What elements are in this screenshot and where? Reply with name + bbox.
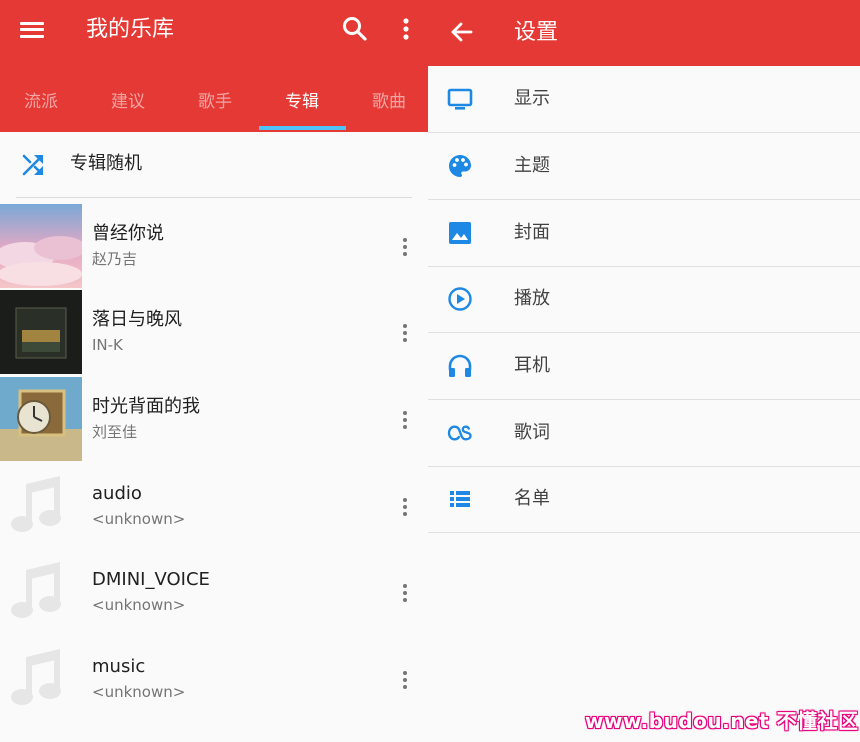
shuffle-icon	[22, 154, 43, 176]
palette-icon	[449, 155, 471, 177]
tab-artists[interactable]: 歌手	[180, 90, 250, 114]
search-icon[interactable]	[340, 14, 370, 44]
settings-screen: 设置 显示 主题 封面 播放 耳机 歌词 名单	[428, 0, 860, 742]
album-artist: 赵乃吉	[92, 250, 138, 268]
music-note-placeholder	[0, 550, 82, 634]
shuffle-albums-button[interactable]: 专辑随机	[0, 132, 428, 198]
settings-title: 设置	[514, 20, 559, 45]
settings-item-display[interactable]: 显示	[428, 66, 860, 133]
more-vert-icon[interactable]	[396, 14, 416, 44]
library-tabs: 流派 建议 歌手 专辑 歌曲	[0, 84, 428, 132]
settings-item-cover[interactable]: 封面	[428, 200, 860, 267]
hamburger-menu-icon[interactable]	[18, 17, 46, 43]
tab-indicator	[259, 126, 346, 130]
settings-item-label: 显示	[514, 88, 550, 109]
settings-item-headphones[interactable]: 耳机	[428, 333, 860, 400]
album-title: audio	[92, 483, 142, 504]
album-artist: <unknown>	[92, 510, 186, 528]
more-vert-icon[interactable]	[396, 407, 414, 433]
settings-item-label: 封面	[514, 222, 550, 243]
settings-item-label: 耳机	[514, 355, 550, 376]
settings-item-playback[interactable]: 播放	[428, 266, 860, 333]
album-title: 时光背面的我	[92, 396, 200, 417]
more-vert-icon[interactable]	[396, 234, 414, 260]
settings-item-list[interactable]: 名单	[428, 466, 860, 533]
settings-item-label: 播放	[514, 288, 550, 309]
music-note-placeholder	[0, 637, 82, 721]
tab-songs[interactable]: 歌曲	[354, 90, 424, 114]
album-artist: <unknown>	[92, 596, 186, 614]
play-circle-icon	[448, 287, 472, 311]
album-cover-clock	[0, 377, 82, 461]
settings-item-label: 歌词	[514, 422, 550, 443]
album-row[interactable]: audio <unknown>	[0, 464, 428, 550]
music-note-placeholder	[0, 464, 82, 548]
album-title: 落日与晚风	[92, 309, 182, 330]
album-title: music	[92, 656, 146, 677]
tab-genres[interactable]: 流派	[6, 90, 76, 114]
headphones-icon	[448, 354, 472, 377]
album-title: DMINI_VOICE	[92, 569, 210, 590]
watermark: www.budou.net 不懂社区	[585, 709, 859, 733]
more-vert-icon[interactable]	[396, 667, 414, 693]
album-cover-dark	[0, 290, 82, 374]
library-screen: 我的乐库 流派 建议 歌手 专辑 歌曲 专辑随机 曾经你说 赵乃吉 落日与晚风 …	[0, 0, 428, 742]
divider	[16, 197, 412, 198]
album-row[interactable]: 落日与晚风 IN-K	[0, 290, 428, 376]
list-icon	[450, 491, 470, 507]
settings-app-bar: 设置	[428, 0, 860, 66]
album-artist: IN-K	[92, 336, 123, 354]
tab-suggestions[interactable]: 建议	[93, 90, 163, 114]
album-artist: <unknown>	[92, 683, 186, 701]
library-title: 我的乐库	[86, 17, 175, 42]
album-row[interactable]: 曾经你说 赵乃吉	[0, 204, 428, 290]
shuffle-label: 专辑随机	[70, 153, 142, 174]
settings-item-label: 主题	[514, 155, 550, 176]
album-row[interactable]: 时光背面的我 刘至佳	[0, 377, 428, 463]
settings-item-lyrics[interactable]: 歌词	[428, 400, 860, 467]
album-title: 曾经你说	[92, 223, 164, 244]
lastfm-icon	[447, 425, 472, 441]
library-app-bar: 我的乐库 流派 建议 歌手 专辑 歌曲	[0, 0, 428, 132]
album-cover-clouds	[0, 204, 82, 288]
arrow-back-icon[interactable]	[448, 18, 476, 46]
tab-albums[interactable]: 专辑	[267, 90, 337, 114]
album-row[interactable]: music <unknown>	[0, 637, 428, 723]
album-artist: 刘至佳	[92, 423, 138, 441]
more-vert-icon[interactable]	[396, 494, 414, 520]
settings-item-label: 名单	[514, 488, 550, 509]
more-vert-icon[interactable]	[396, 320, 414, 346]
image-icon	[449, 222, 471, 244]
monitor-icon	[447, 88, 473, 110]
more-vert-icon[interactable]	[396, 580, 414, 606]
settings-item-theme[interactable]: 主题	[428, 133, 860, 200]
album-row[interactable]: DMINI_VOICE <unknown>	[0, 550, 428, 636]
